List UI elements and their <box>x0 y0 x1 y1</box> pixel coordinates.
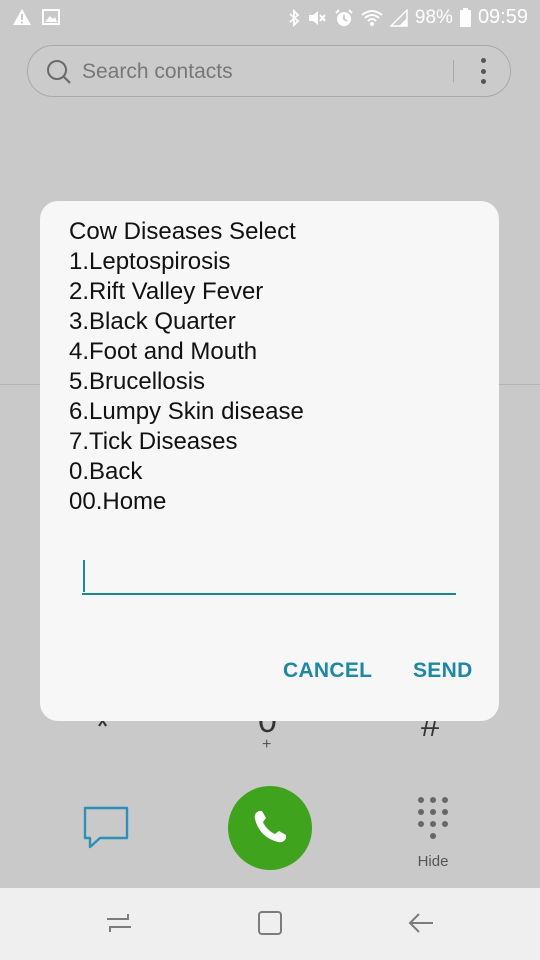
ussd-line: 1.Leptospirosis <box>69 248 231 275</box>
keypad-grid-icon <box>418 796 448 839</box>
warning-icon <box>12 8 32 26</box>
search-bar[interactable] <box>27 45 511 97</box>
ussd-line: 5.Brucellosis <box>69 368 206 395</box>
hide-keypad-button[interactable]: Hide <box>408 794 458 870</box>
battery-icon <box>459 8 471 27</box>
ussd-dialog: Cow Diseases Select 1.Leptospirosis 2.Ri… <box>40 201 499 721</box>
image-icon <box>42 9 60 25</box>
hide-label: Hide <box>417 852 449 870</box>
mute-icon <box>307 9 327 27</box>
ussd-line-title: Cow Diseases Select <box>69 218 296 245</box>
key-zero-plus-label: + <box>262 736 272 753</box>
search-icon <box>46 59 72 90</box>
status-time: 09:59 <box>477 6 528 28</box>
recents-icon <box>104 914 134 941</box>
cancel-button[interactable]: CANCEL <box>283 659 372 683</box>
alarm-icon <box>334 8 354 28</box>
ussd-menu-text: Cow Diseases Select 1.Leptospirosis 2.Ri… <box>69 217 304 517</box>
ussd-line: 4.Foot and Mouth <box>69 338 258 365</box>
home-icon <box>257 911 285 941</box>
message-icon <box>82 806 130 854</box>
navigation-bar <box>0 888 540 960</box>
back-arrow-icon <box>406 913 436 941</box>
ussd-line: 3.Black Quarter <box>69 308 236 335</box>
message-button[interactable] <box>82 805 130 854</box>
more-options-icon[interactable] <box>476 58 490 84</box>
ussd-line: 2.Rift Valley Fever <box>69 278 264 305</box>
back-button[interactable] <box>406 908 436 941</box>
ussd-line: 0.Back <box>69 458 143 485</box>
bluetooth-icon <box>288 8 300 27</box>
ussd-line: 7.Tick Diseases <box>69 428 238 455</box>
home-button[interactable] <box>257 908 285 941</box>
search-divider <box>453 60 454 82</box>
signal-icon <box>389 8 408 27</box>
ussd-reply-input[interactable] <box>82 553 456 595</box>
status-bar: 98% 09:59 <box>0 0 540 38</box>
call-button[interactable] <box>228 786 312 870</box>
text-cursor <box>83 560 85 592</box>
search-input[interactable] <box>80 58 444 86</box>
recents-button[interactable] <box>104 908 134 941</box>
send-button[interactable]: SEND <box>413 659 473 683</box>
phone-icon <box>250 807 290 850</box>
ussd-line: 00.Home <box>69 488 167 515</box>
battery-percent: 98% <box>414 6 453 28</box>
wifi-icon <box>361 9 383 27</box>
ussd-line: 6.Lumpy Skin disease <box>69 398 304 425</box>
